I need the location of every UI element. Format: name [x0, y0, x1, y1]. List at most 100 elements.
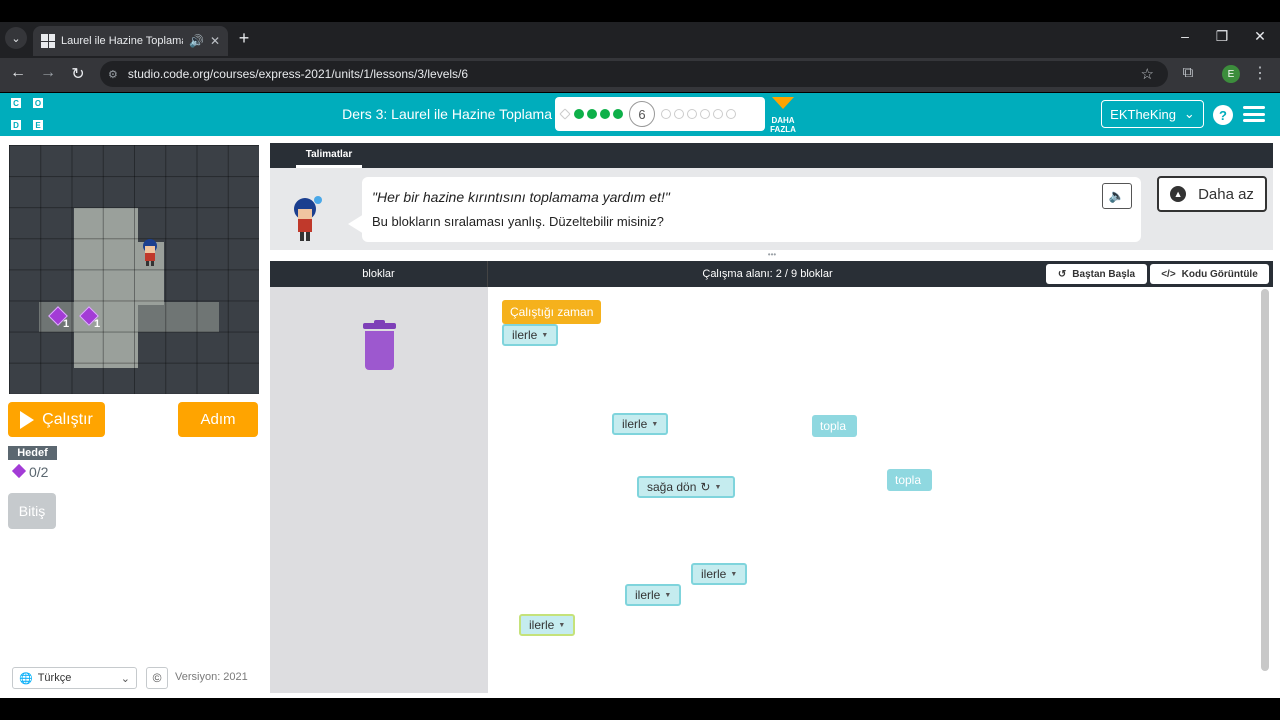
laurel-avatar: [294, 196, 322, 241]
chevron-down-icon: ⌄: [120, 672, 130, 685]
copyright-button[interactable]: ©: [146, 667, 168, 689]
speech-bubble: [362, 177, 1141, 242]
move-forward-block[interactable]: ilerle ▼: [612, 413, 668, 435]
move-forward-block[interactable]: ilerle ▼: [691, 563, 747, 585]
level-dot[interactable]: [713, 109, 723, 119]
dropdown-arrow-icon[interactable]: ▼: [541, 332, 548, 339]
game-board: 1 1: [9, 145, 259, 394]
play-icon: [20, 410, 35, 429]
laurel-character: [143, 239, 157, 266]
block-label: ilerle: [635, 588, 661, 602]
level-dot-current[interactable]: 6: [629, 101, 655, 127]
help-icon[interactable]: ?: [1213, 105, 1233, 125]
dropdown-arrow-icon[interactable]: ▼: [558, 622, 565, 629]
level-progress: 6: [555, 97, 765, 131]
turn-right-block[interactable]: sağa dön ↻ ▼: [637, 476, 735, 498]
level-dot[interactable]: [574, 109, 584, 119]
language-select[interactable]: 🌐 Türkçe ⌄: [12, 667, 137, 689]
username: EKTheKing: [1110, 106, 1176, 122]
show-less-label: Daha az: [1198, 185, 1254, 203]
level-dot[interactable]: [687, 109, 697, 119]
level-dot[interactable]: [726, 109, 736, 119]
site-info-icon[interactable]: ⚙: [108, 68, 118, 81]
finish-button[interactable]: Bitiş: [8, 493, 56, 529]
language-value: Türkçe: [37, 672, 72, 684]
profile-avatar[interactable]: E: [1222, 65, 1240, 83]
chevron-up-icon: ▲: [1170, 186, 1187, 202]
block-label: sağa dön: [647, 480, 697, 494]
workspace-block-count: Çalışma alanı: 2 / 9 bloklar: [702, 268, 833, 280]
url-field[interactable]: ⚙ studio.code.org/courses/express-2021/u…: [100, 61, 1168, 87]
undo-icon: ↺: [1057, 268, 1067, 280]
screen-bottom-bar: [0, 698, 1280, 720]
speaker-icon[interactable]: 🔊: [189, 34, 204, 48]
run-button[interactable]: Çalıştır: [8, 402, 105, 437]
toolbox-label: bloklar: [270, 261, 488, 287]
resize-handle-icon[interactable]: •••: [762, 251, 782, 259]
level-dot[interactable]: [661, 109, 671, 119]
step-button[interactable]: Adım: [178, 402, 258, 437]
code-org-logo[interactable]: C O D E: [11, 98, 43, 130]
start-over-label: Baştan Başla: [1072, 268, 1136, 280]
restore-icon[interactable]: ❐: [1210, 28, 1234, 45]
when-run-block[interactable]: Çalıştığı zaman: [502, 300, 601, 324]
level-dot[interactable]: [700, 109, 710, 119]
browser-tab[interactable]: Laurel ile Hazine Toplama # 🔊 ✕: [33, 26, 228, 56]
dropdown-arrow-icon[interactable]: ▼: [730, 571, 737, 578]
collect-block[interactable]: topla: [887, 469, 932, 491]
dropdown-arrow-icon[interactable]: ▼: [651, 421, 658, 428]
gem-count: 1: [63, 318, 70, 330]
level-dot[interactable]: [600, 109, 610, 119]
lesson-title[interactable]: Ders 3: Laurel ile Hazine Toplama: [340, 106, 552, 122]
instructions-header: [270, 143, 1273, 168]
show-less-button[interactable]: ▲ Daha az: [1157, 176, 1267, 212]
move-forward-block[interactable]: ilerle ▼: [502, 324, 558, 346]
move-forward-block[interactable]: ilerle ▼: [519, 614, 575, 636]
level-dot[interactable]: [613, 109, 623, 119]
gem-count: 1: [94, 318, 101, 330]
screen-top-bar: [0, 0, 1280, 22]
hamburger-menu-icon[interactable]: [1243, 106, 1265, 122]
goal-progress: 0/2: [29, 464, 49, 480]
more-levels-label[interactable]: DAHA FAZLA: [766, 116, 800, 134]
reload-icon[interactable]: ↻: [67, 64, 89, 84]
level-dot[interactable]: [587, 109, 597, 119]
forward-icon[interactable]: →: [37, 64, 59, 82]
window-close-icon[interactable]: ✕: [1248, 28, 1272, 45]
user-menu-button[interactable]: EKTheKing ⌄: [1101, 100, 1204, 128]
tab-search-chevron-icon[interactable]: ⌄: [5, 27, 27, 49]
show-code-button[interactable]: </> Kodu Görüntüle: [1150, 264, 1269, 284]
minimize-icon[interactable]: –: [1173, 28, 1197, 44]
more-levels-arrow-icon[interactable]: [772, 97, 794, 109]
bookmark-star-icon[interactable]: ☆: [1141, 65, 1154, 83]
dropdown-arrow-icon[interactable]: ▼: [664, 592, 671, 599]
tab-instructions[interactable]: Talimatlar: [296, 143, 362, 168]
code-org-favicon-icon: [41, 34, 55, 48]
code-icon: </>: [1161, 268, 1176, 280]
extensions-icon[interactable]: ⧉: [1178, 64, 1198, 81]
start-over-button[interactable]: ↺ Baştan Başla: [1046, 264, 1147, 284]
trash-icon[interactable]: [363, 320, 396, 370]
goal-label: Hedef: [8, 446, 57, 460]
back-icon[interactable]: ←: [7, 64, 29, 82]
workspace-scrollbar[interactable]: [1261, 289, 1269, 671]
instruction-text: Bu blokların sıralaması yanlış. Düzelteb…: [372, 214, 664, 229]
chevron-down-icon: ⌄: [1183, 106, 1195, 121]
dropdown-arrow-icon[interactable]: ▼: [714, 484, 721, 491]
move-forward-block[interactable]: ilerle ▼: [625, 584, 681, 606]
block-label: ilerle: [622, 417, 648, 431]
text-to-speech-icon[interactable]: 🔈: [1102, 183, 1132, 209]
new-tab-icon[interactable]: +: [234, 28, 254, 49]
globe-icon: 🌐: [19, 672, 33, 685]
browser-menu-icon[interactable]: ⋮: [1252, 63, 1268, 83]
version-label: Versiyon: 2021: [175, 671, 248, 683]
tab-title: Laurel ile Hazine Toplama #: [61, 35, 183, 47]
logo-letter-o: O: [33, 98, 43, 108]
tab-close-icon[interactable]: ✕: [210, 34, 220, 48]
block-workspace[interactable]: [488, 287, 1273, 693]
block-label: ilerle: [701, 567, 727, 581]
board-grid: [9, 145, 259, 394]
collect-block[interactable]: topla: [812, 415, 857, 437]
level-dot[interactable]: [674, 109, 684, 119]
level-dot-unplugged[interactable]: [559, 108, 571, 120]
